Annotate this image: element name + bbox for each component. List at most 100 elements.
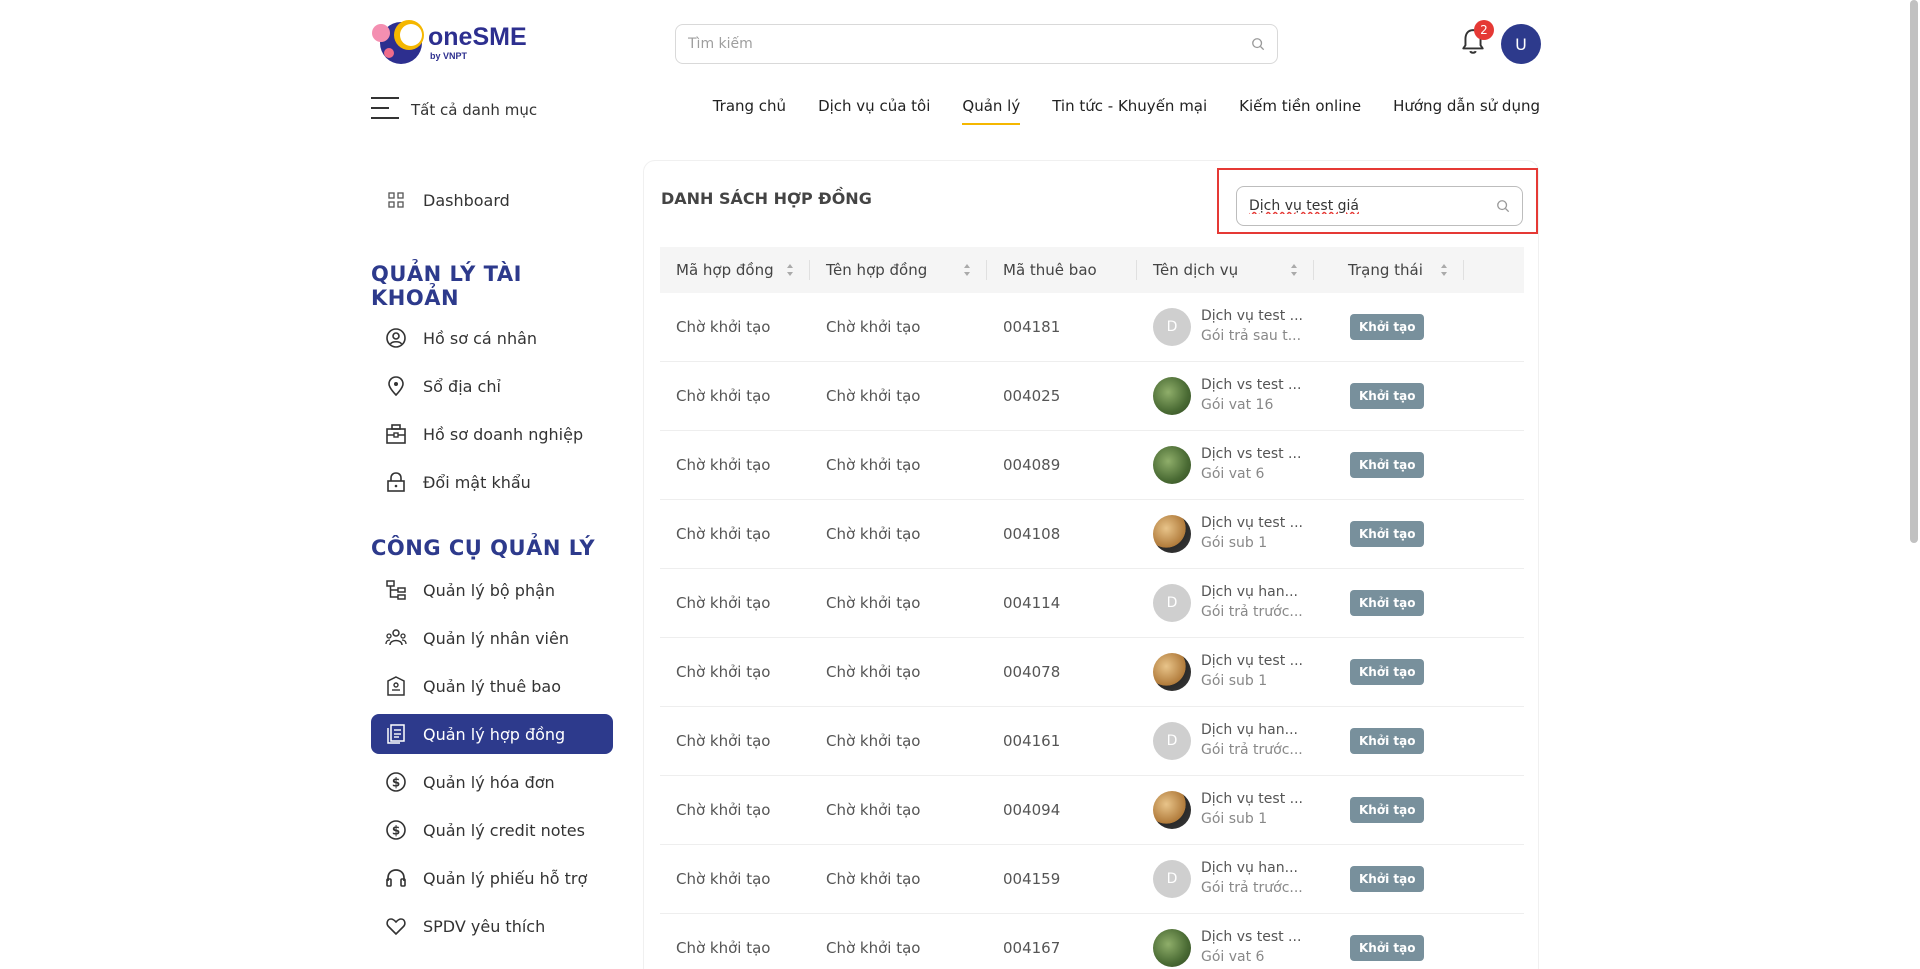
column-header-subscription-code[interactable]: Mã thuê bao [987,247,1137,293]
sort-icon[interactable] [963,263,971,277]
logo-text: oneSME [428,23,527,51]
service-avatar [1153,515,1191,553]
contract-name-cell: Chờ khởi tạo [826,387,921,405]
service-cell: Dịch vs test ... Gói vat 16 [1137,376,1314,415]
account-heading: QUẢN LÝ TÀI KHOẢN [371,262,522,310]
contract-icon [385,723,407,745]
contract-code-cell: Chờ khởi tạo [676,732,771,750]
service-package: Gói trả trước... [1201,742,1303,758]
service-cell: D Dịch vụ test ... Gói trả sau t... [1137,307,1314,346]
contract-code-cell: Chờ khởi tạo [676,801,771,819]
service-avatar: D [1153,584,1191,622]
nav-news[interactable]: Tin tức - Khuyến mại [1052,97,1207,125]
table-row[interactable]: Chờ khởi tạo Chờ khởi tạo 004114 D Dịch vụ h… [660,569,1524,638]
sidebar-item-dashboard[interactable]: Dashboard [371,180,613,220]
sidebar-item-contracts[interactable]: Quản lý hợp đồng [371,714,613,754]
table-body: Chờ khởi tạo Chờ khởi tạo 004181 D Dịch vụ t… [660,293,1524,969]
table-row[interactable]: Chờ khởi tạo Chờ khởi tạo 004078 Dịch vụ te… [660,638,1524,707]
table-row[interactable]: Chờ khởi tạo Chờ khởi tạo 004094 Dịch vụ te… [660,776,1524,845]
heart-icon [385,915,407,937]
contract-search [1236,186,1523,226]
lock-icon [385,471,407,493]
service-avatar [1153,653,1191,691]
nav-earn-online[interactable]: Kiếm tiền online [1239,97,1361,125]
service-package: Gói vat 6 [1201,949,1265,965]
sidebar-item-subscriptions[interactable]: Quản lý thuê bao [371,666,613,706]
tools-heading: CÔNG CỤ QUẢN LÝ [371,536,596,560]
subscription-code-cell: 004159 [1003,870,1061,888]
sidebar-item-change-password[interactable]: Đổi mật khẩu [371,462,613,502]
status-cell: Khởi tạo [1314,797,1464,823]
logo[interactable]: oneSME by VNPT [372,18,527,68]
global-search-input[interactable] [676,25,1236,63]
contract-code-cell: Chờ khởi tạo [676,939,771,957]
page: oneSME by VNPT 2 U Tất cả danh mục Trang… [0,0,1920,969]
sidebar-item-business-profile[interactable]: Hồ sơ doanh nghiệp [371,414,613,454]
scrollbar[interactable] [1910,0,1918,543]
table-row[interactable]: Chờ khởi tạo Chờ khởi tạo 004167 Dịch vs te… [660,914,1524,969]
table-row[interactable]: Chờ khởi tạo Chờ khởi tạo 004181 D Dịch vụ t… [660,293,1524,362]
contract-name-cell: Chờ khởi tạo [826,663,921,681]
column-header-contract-name[interactable]: Tên hợp đồng [810,247,987,293]
nav-home[interactable]: Trang chủ [713,97,786,125]
column-label: Mã thuê bao [1003,261,1097,279]
status-cell: Khởi tạo [1314,866,1464,892]
table-header: Mã hợp đồng Tên hợp đồng Mã thuê bao Tên… [660,247,1524,293]
search-icon[interactable] [1496,199,1510,213]
table-row[interactable]: Chờ khởi tạo Chờ khởi tạo 004159 D Dịch vụ h… [660,845,1524,914]
contract-code-cell: Chờ khởi tạo [676,525,771,543]
sidebar-item-label: Dashboard [423,190,510,210]
search-icon[interactable] [1251,37,1265,51]
sidebar-item-label: Đổi mật khẩu [423,472,531,492]
org-chart-icon [385,579,407,601]
column-header-service-name[interactable]: Tên dịch vụ [1137,247,1314,293]
dollar-circle-icon: $ [385,771,407,793]
menu-icon[interactable] [371,97,399,119]
service-name: Dịch vụ han... [1201,860,1298,877]
sidebar-item-employees[interactable]: Quản lý nhân viên [371,618,613,658]
subscription-code-cell: 004108 [1003,525,1061,543]
sidebar-item-invoices[interactable]: $ Quản lý hóa đơn [371,762,613,802]
contract-name-cell: Chờ khởi tạo [826,870,921,888]
all-categories-link[interactable]: Tất cả danh mục [411,101,537,119]
sort-icon[interactable] [1440,263,1448,277]
sidebar-item-address-book[interactable]: Sổ địa chỉ [371,366,613,406]
svg-text:$: $ [392,824,400,838]
contract-code-cell: Chờ khởi tạo [676,387,771,405]
column-header-status[interactable]: Trạng thái [1314,247,1464,293]
subscription-code-cell: 004161 [1003,732,1061,750]
status-badge: Khởi tạo [1350,383,1425,409]
user-avatar[interactable]: U [1501,24,1541,64]
service-package: Gói trả sau t... [1201,328,1302,344]
sidebar-item-departments[interactable]: Quản lý bộ phận [371,570,613,610]
status-cell: Khởi tạo [1314,383,1464,409]
logo-mark-icon [372,18,424,68]
service-avatar: D [1153,860,1191,898]
sidebar-item-support-tickets[interactable]: Quản lý phiếu hỗ trợ [371,858,613,898]
nav-my-services[interactable]: Dịch vụ của tôi [818,97,930,125]
sort-icon[interactable] [1290,263,1298,277]
sidebar-item-label: Hồ sơ cá nhân [423,328,538,348]
service-name: Dịch vs test ... [1201,377,1302,394]
nav-management[interactable]: Quản lý [962,97,1020,125]
column-header-contract-code[interactable]: Mã hợp đồng [660,247,810,293]
table-row[interactable]: Chờ khởi tạo Chờ khởi tạo 004089 Dịch vs te… [660,431,1524,500]
nav-guide[interactable]: Hướng dẫn sử dụng [1393,97,1540,125]
subscription-code-cell: 004025 [1003,387,1061,405]
table-row[interactable]: Chờ khởi tạo Chờ khởi tạo 004161 D Dịch vụ h… [660,707,1524,776]
service-package: Gói sub 1 [1201,535,1268,551]
subscription-code-cell: 004181 [1003,318,1061,336]
table-row[interactable]: Chờ khởi tạo Chờ khởi tạo 004025 Dịch vs te… [660,362,1524,431]
sidebar-item-favorites[interactable]: SPDV yêu thích [371,906,613,946]
sidebar-item-credit-notes[interactable]: $ Quản lý credit notes [371,810,613,850]
sidebar-item-label: Quản lý phiếu hỗ trợ [423,868,588,888]
status-cell: Khởi tạo [1314,521,1464,547]
sidebar-item-profile[interactable]: Hồ sơ cá nhân [371,318,613,358]
contract-search-input[interactable] [1237,187,1487,225]
status-badge: Khởi tạo [1350,314,1425,340]
status-badge: Khởi tạo [1350,659,1425,685]
contract-name-cell: Chờ khởi tạo [826,939,921,957]
table-row[interactable]: Chờ khởi tạo Chờ khởi tạo 004108 Dịch vụ te… [660,500,1524,569]
user-circle-icon [385,327,407,349]
sort-icon[interactable] [786,263,794,277]
